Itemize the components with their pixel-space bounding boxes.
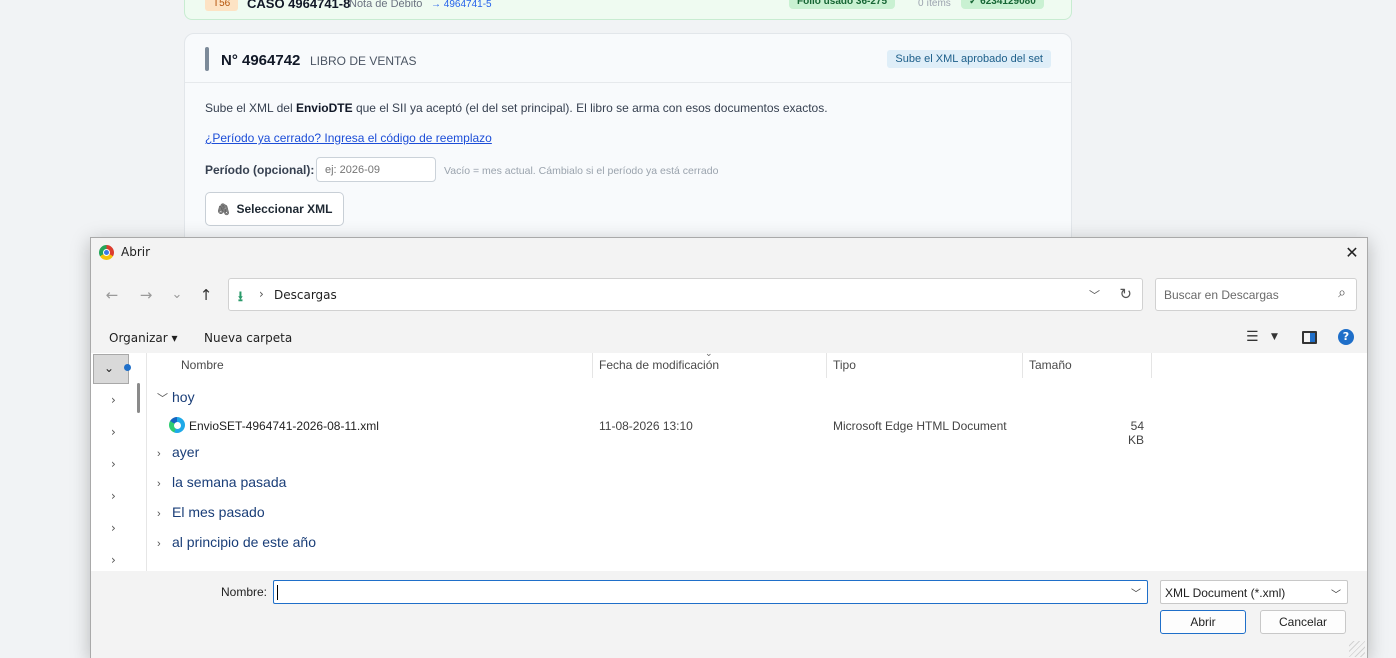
group-header[interactable]: › El mes pasado <box>157 504 265 520</box>
column-divider[interactable] <box>592 353 593 378</box>
chevron-right-icon[interactable]: › <box>111 521 116 535</box>
file-type-filter[interactable]: XML Document (*.xml) ﹀ <box>1160 580 1348 604</box>
chevron-right-icon: › <box>157 478 161 490</box>
previous-case-card: T56 CASO 4964741-8 Nota de Débito → 4964… <box>184 0 1072 20</box>
description: Sube el XML del EnvioDTE que el SII ya a… <box>205 101 828 115</box>
period-label: Período (opcional): <box>205 163 315 177</box>
search-placeholder: Buscar en Descargas <box>1164 288 1279 302</box>
card-header: N° 4964742 LIBRO DE VENTAS Sube el XML a… <box>185 34 1071 83</box>
up-arrow-icon[interactable]: ↑ <box>195 284 217 306</box>
refresh-icon[interactable]: ↻ <box>1119 285 1132 303</box>
dialog-titlebar: Abrir ✕ <box>91 238 1367 267</box>
chevron-right-icon: › <box>157 538 161 550</box>
open-file-dialog: Abrir ✕ ← → ⌄ ↑ ⭳ › Descargas ﹀ ↻ Buscar… <box>90 237 1368 658</box>
status-badge: ✓ 6234129080 <box>961 0 1044 9</box>
instruction-badge: Sube el XML aprobado del set <box>887 50 1051 68</box>
column-size[interactable]: Tamaño <box>1029 353 1072 378</box>
group-header[interactable]: › la semana pasada <box>157 474 286 490</box>
chevron-right-icon[interactable]: › <box>111 393 116 407</box>
case-type: Nota de Débito <box>349 0 423 10</box>
view-options-dropdown-icon[interactable]: ▼ <box>1271 332 1278 342</box>
new-folder-button[interactable]: Nueva carpeta <box>204 331 292 345</box>
filter-value: XML Document (*.xml) <box>1165 586 1286 600</box>
select-xml-button[interactable]: 🖇 Seleccionar XML <box>205 192 344 226</box>
search-icon: ⌕ <box>1338 285 1346 301</box>
search-box[interactable]: Buscar en Descargas ⌕ <box>1155 278 1357 311</box>
group-header[interactable]: › al principio de este año <box>157 534 316 550</box>
case-reference-link[interactable]: → 4964741-5 <box>431 0 492 11</box>
chrome-icon <box>99 245 114 260</box>
filename-input[interactable]: ﹀ <box>273 580 1148 604</box>
folio-badge: Folio usado 36-275 <box>789 0 896 9</box>
column-divider[interactable] <box>1151 353 1152 378</box>
resize-grip-icon[interactable] <box>1349 641 1365 657</box>
dialog-title: Abrir <box>121 245 151 259</box>
edge-icon <box>169 417 185 433</box>
accent-bar <box>205 47 209 71</box>
chevron-down-icon[interactable]: ﹀ <box>1089 287 1100 303</box>
recent-locations-icon[interactable]: ⌄ <box>166 284 188 306</box>
chevron-right-icon: › <box>157 508 161 520</box>
breadcrumb-location[interactable]: Descargas <box>274 288 337 302</box>
file-date: 11-08-2026 13:10 <box>599 419 693 433</box>
nav-item-icon <box>124 364 131 371</box>
section-title: LIBRO DE VENTAS <box>310 54 417 68</box>
period-hint: Vacío = mes actual. Cámbialo si el perío… <box>444 165 719 177</box>
column-date[interactable]: Fecha de modificación <box>599 353 719 378</box>
group-header[interactable]: ﹀ hoy <box>157 389 195 406</box>
text-caret <box>277 585 278 600</box>
close-icon[interactable]: ✕ <box>1337 238 1367 267</box>
chevron-right-icon[interactable]: › <box>111 553 116 567</box>
cancel-button[interactable]: Cancelar <box>1260 610 1346 634</box>
replacement-code-link[interactable]: ¿Período ya cerrado? Ingresa el código d… <box>205 131 492 145</box>
file-browser: ⌄ › › › › › › ⌄ Nombre Fecha de modifica… <box>91 349 1367 571</box>
column-divider[interactable] <box>826 353 827 378</box>
nav-scrollbar[interactable] <box>137 383 140 413</box>
chevron-right-icon[interactable]: › <box>111 457 116 471</box>
preview-pane-icon[interactable] <box>1302 331 1317 344</box>
file-type: Microsoft Edge HTML Document <box>833 419 1007 433</box>
download-icon: ⭳ <box>238 289 243 305</box>
column-name[interactable]: Nombre <box>181 353 224 378</box>
list-view-icon[interactable]: ☰ <box>1246 329 1259 345</box>
dialog-toolbar: Organizar ▾ Nueva carpeta ☰ ▼ ? <box>91 323 1367 353</box>
sales-book-card: N° 4964742 LIBRO DE VENTAS Sube el XML a… <box>184 33 1072 263</box>
organize-menu[interactable]: Organizar ▾ <box>109 331 178 345</box>
back-arrow-icon[interactable]: ← <box>101 284 123 306</box>
file-size: 54 KB <box>1127 419 1144 447</box>
file-row[interactable]: EnvioSET-4964741-2026-08-11.xml 11-08-20… <box>91 417 1367 447</box>
column-divider[interactable] <box>1022 353 1023 378</box>
forward-arrow-icon[interactable]: → <box>135 284 157 306</box>
open-button[interactable]: Abrir <box>1160 610 1246 634</box>
navigation-bar: ← → ⌄ ↑ ⭳ › Descargas ﹀ ↻ Buscar en Desc… <box>91 267 1367 323</box>
period-input[interactable] <box>316 157 436 182</box>
dialog-footer: Nombre: ﹀ XML Document (*.xml) ﹀ Abrir C… <box>91 571 1367 658</box>
doc-type-tag: T56 <box>205 0 239 11</box>
group-header[interactable]: › ayer <box>157 444 199 460</box>
filename-label: Nombre: <box>221 585 268 599</box>
chevron-down-icon: ⌄ <box>104 361 115 375</box>
case-title: CASO 4964741-8 <box>247 0 351 11</box>
navigation-pane: ⌄ › › › › › › <box>91 353 139 571</box>
address-bar[interactable]: ⭳ › Descargas ﹀ ↻ <box>228 278 1143 311</box>
chevron-right-icon[interactable]: › <box>111 489 116 503</box>
help-icon[interactable]: ? <box>1338 329 1354 345</box>
pane-divider[interactable] <box>146 353 147 571</box>
items-count: 0 ítems <box>918 0 951 9</box>
breadcrumb-separator: › <box>259 287 264 301</box>
chevron-down-icon[interactable]: ﹀ <box>1131 585 1141 600</box>
chevron-down-icon: ﹀ <box>157 393 168 405</box>
paperclip-icon: 🖇 <box>216 204 231 216</box>
chevron-right-icon: › <box>157 448 161 460</box>
column-type[interactable]: Tipo <box>833 353 856 378</box>
case-number: N° 4964742 <box>221 52 301 69</box>
file-name: EnvioSET-4964741-2026-08-11.xml <box>189 419 379 433</box>
chevron-down-icon: ﹀ <box>1331 590 1341 601</box>
